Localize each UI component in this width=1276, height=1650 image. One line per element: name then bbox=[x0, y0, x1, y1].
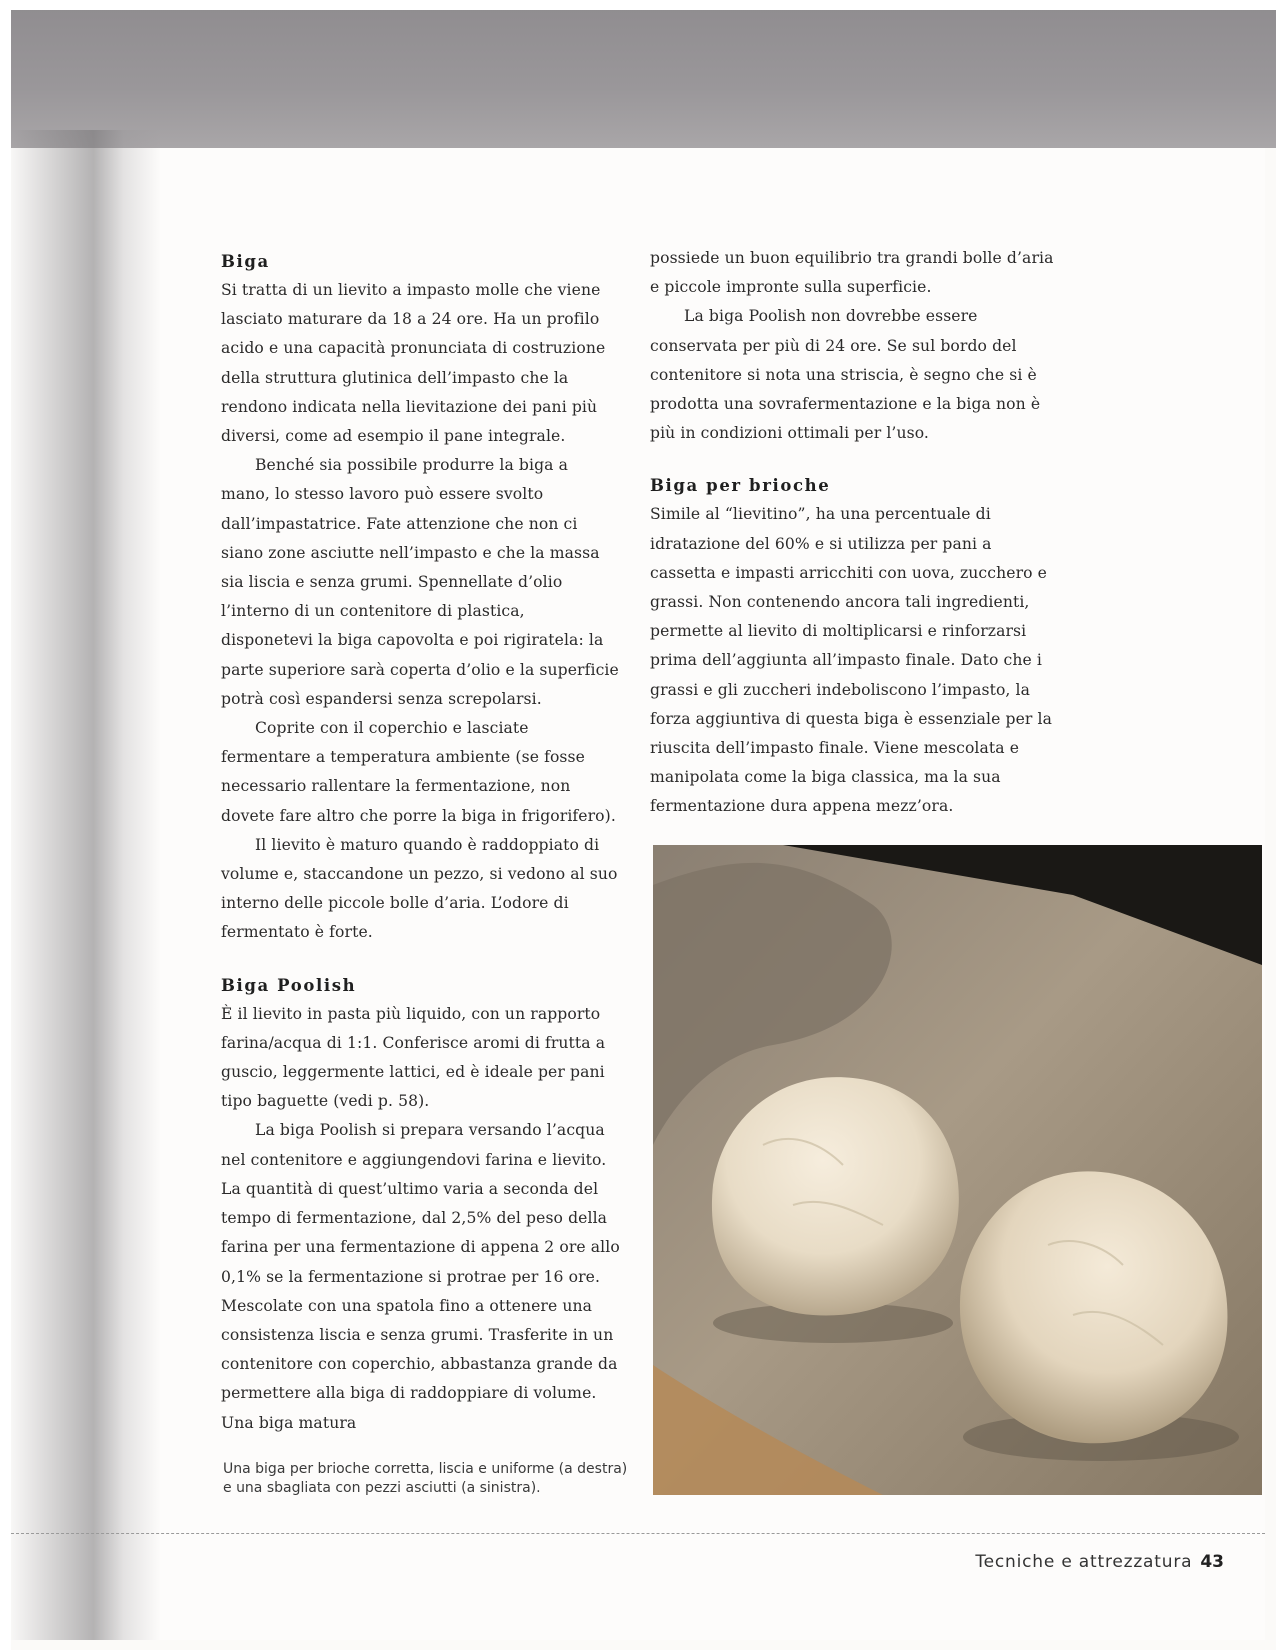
paragraph: Si tratta di un lievito a impasto molle … bbox=[221, 281, 606, 446]
scan-background-top bbox=[0, 0, 1276, 148]
left-column: Biga Si tratta di un lievito a impasto m… bbox=[221, 248, 621, 1438]
heading-biga-poolish: Biga Poolish bbox=[221, 975, 357, 995]
book-gutter-shadow bbox=[11, 130, 161, 1640]
heading-biga-per-brioche: Biga per brioche bbox=[650, 476, 831, 496]
right-column: possiede un buon equilibrio tra grandi b… bbox=[650, 244, 1055, 822]
paragraph: Simile al “lievitino”, ha una percentual… bbox=[650, 505, 1053, 816]
caption-line: e una sbagliata con pezzi asciutti (a si… bbox=[223, 1480, 541, 1496]
paragraph: È il lievito in pasta più liquido, con u… bbox=[221, 1004, 606, 1111]
paragraph: Il lievito è maturo quando è raddoppiato… bbox=[221, 835, 618, 942]
scan-margin-top bbox=[0, 0, 1276, 10]
paragraph: La biga Poolish non dovrebbe essere cons… bbox=[650, 307, 1041, 443]
section-title: Tecniche e attrezzatura bbox=[975, 1552, 1193, 1572]
caption-line: Una biga per brioche corretta, liscia e … bbox=[223, 1461, 628, 1477]
paragraph: La biga Poolish si prepara versando l’ac… bbox=[221, 1121, 620, 1432]
dough-photo bbox=[653, 845, 1262, 1495]
page-footer: Tecniche e attrezzatura 43 bbox=[975, 1552, 1224, 1572]
dough-balls-image bbox=[653, 845, 1262, 1495]
paragraph: Coprite con il coperchio e lasciate ferm… bbox=[221, 719, 616, 825]
heading-biga: Biga bbox=[221, 252, 270, 271]
paragraph: Benché sia possibile produrre la biga a … bbox=[221, 456, 619, 708]
scan-margin-left bbox=[0, 0, 11, 1650]
paragraph: possiede un buon equilibrio tra grandi b… bbox=[650, 249, 1054, 297]
page-number: 43 bbox=[1200, 1552, 1224, 1572]
footer-divider bbox=[11, 1533, 1265, 1534]
photo-caption: Una biga per brioche corretta, liscia e … bbox=[223, 1460, 643, 1498]
